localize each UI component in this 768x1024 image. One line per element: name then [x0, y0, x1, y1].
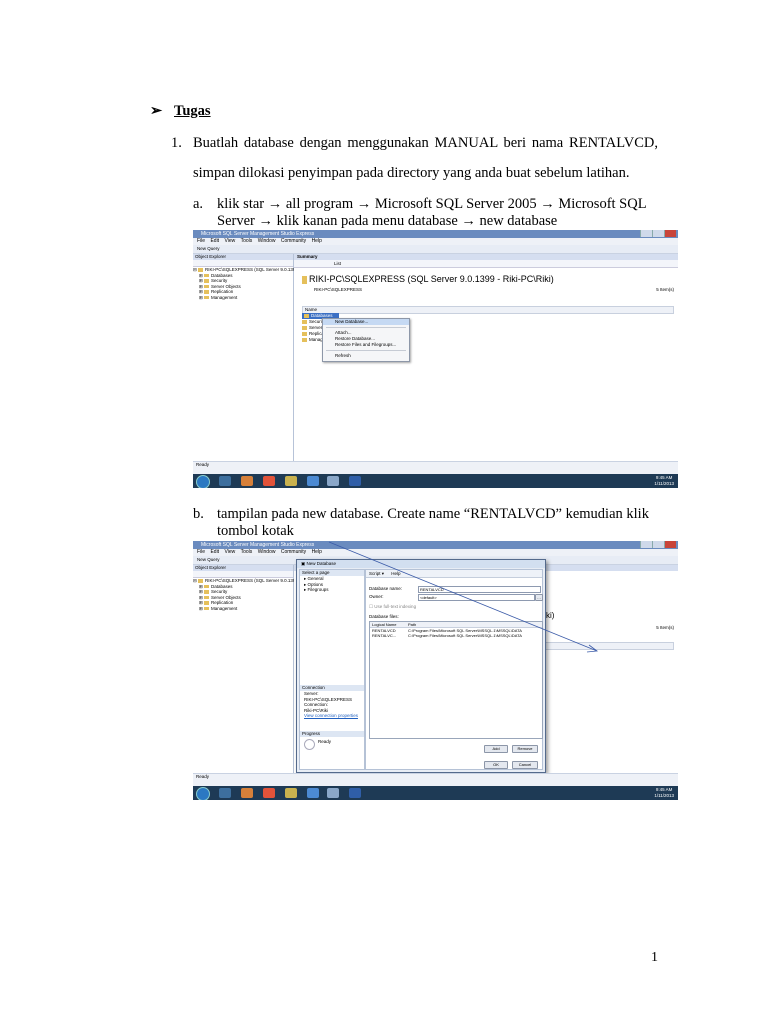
folder-icon: [302, 332, 307, 336]
step-b-line1: tampilan pada new database. Create name …: [217, 506, 649, 522]
menu-edit[interactable]: Edit: [210, 238, 219, 244]
menu-window[interactable]: Window: [258, 238, 276, 244]
step-a-line2: Server → klik kanan pada menu database →…: [217, 213, 558, 229]
folder-icon: [302, 338, 307, 342]
folder-icon: [304, 314, 309, 318]
menu-tools[interactable]: Tools: [241, 238, 253, 244]
tree-server-node[interactable]: ⊟ RIKI-PC\SQLEXPRESS (SQL Server 9.0.139…: [193, 267, 305, 273]
menu-view[interactable]: View: [224, 238, 235, 244]
step-a-label: a.: [193, 196, 204, 212]
menu-help[interactable]: Help: [312, 238, 322, 244]
clock-date: 1/11/2013: [654, 481, 674, 486]
explorer-icon[interactable]: [219, 476, 231, 486]
folder-icon: [204, 284, 210, 289]
menu-community[interactable]: Community: [281, 238, 306, 244]
internet-explorer-icon[interactable]: [307, 476, 319, 486]
folder-icon: [204, 295, 210, 300]
item-number: 1.: [171, 135, 182, 151]
page-number: 1: [651, 950, 658, 965]
object-explorer-toolbar: [193, 260, 293, 267]
menu-separator: [326, 327, 406, 328]
taskbar-clock: 9:45 AM 1/11/2013: [654, 475, 674, 487]
start-button-icon[interactable]: [196, 475, 210, 488]
new-query-button[interactable]: New Query: [197, 246, 220, 251]
folder-icon: [302, 326, 307, 330]
close-icon[interactable]: [664, 230, 676, 237]
summary-title: RIKI-PC\SQLEXPRESS (SQL Server 9.0.1399 …: [302, 274, 554, 285]
server-icon: [198, 268, 204, 272]
arrowhead-icon: [586, 644, 599, 653]
step-b-line2: tombol kotak: [217, 523, 294, 539]
menu-item-restore-files[interactable]: Restore Files and Filegroups...: [323, 342, 409, 348]
firefox-icon[interactable]: [263, 476, 275, 486]
menu-file[interactable]: File: [197, 238, 205, 244]
item1-line2: simpan dilokasi penyimpan pada directory…: [193, 165, 630, 181]
minimize-icon[interactable]: [640, 230, 652, 237]
database-server-icon: [302, 275, 307, 284]
screenshot-new-database-dialog: Microsoft SQL Server Management Studio E…: [193, 541, 678, 800]
screenshot-ssms-context-menu: Microsoft SQL Server Management Studio E…: [193, 230, 678, 488]
summary-list-button[interactable]: List: [294, 260, 678, 268]
context-menu: New Database... Attach... Restore Databa…: [322, 318, 410, 362]
items-count: 5 Item(s): [656, 287, 674, 292]
step-a-line1: klik star → all program → Microsoft SQL …: [217, 196, 647, 212]
window-title: Microsoft SQL Server Management Studio E…: [201, 231, 315, 237]
folder-taskbar-icon[interactable]: [285, 476, 297, 486]
status-bar: Ready: [193, 461, 678, 474]
tree-item-management[interactable]: ⊞ Management: [193, 295, 293, 301]
object-explorer: Object Explorer ⊟ RIKI-PC\SQLEXPRESS (SQ…: [193, 254, 305, 462]
annotation-arrow: [328, 541, 599, 653]
menu-separator: [326, 350, 406, 351]
folder-icon: [302, 320, 307, 324]
name-column-header[interactable]: Name: [302, 306, 674, 314]
folder-icon: [204, 290, 210, 294]
media-player-icon[interactable]: [241, 476, 253, 486]
maximize-icon[interactable]: [652, 230, 664, 237]
section-heading: ➢ Tugas: [150, 103, 211, 120]
arrow-line: [328, 541, 598, 652]
word-icon[interactable]: [349, 476, 361, 486]
step-b-label: b.: [193, 506, 204, 522]
item1-line1: Buatlah database dengan menggunakan MANU…: [193, 135, 658, 151]
taskbar: 9:45 AM 1/11/2013: [193, 474, 678, 488]
menu-item-new-database[interactable]: New Database...: [323, 319, 409, 325]
menu-bar: File Edit View Tools Window Community He…: [193, 238, 678, 245]
arrow-bullet-icon: ➢: [150, 103, 163, 119]
status-text: Ready: [196, 462, 210, 467]
folder-icon: [204, 273, 210, 278]
ssms-taskbar-icon[interactable]: [327, 476, 339, 486]
heading-text: Tugas: [174, 103, 211, 119]
folder-icon: [204, 279, 210, 283]
menu-item-refresh[interactable]: Refresh: [323, 353, 409, 359]
window-titlebar: Microsoft SQL Server Management Studio E…: [193, 230, 678, 238]
summary-subtitle: RIKI-PC\SQLEXPRESS: [314, 287, 363, 292]
toolbar: New Query: [193, 245, 678, 254]
